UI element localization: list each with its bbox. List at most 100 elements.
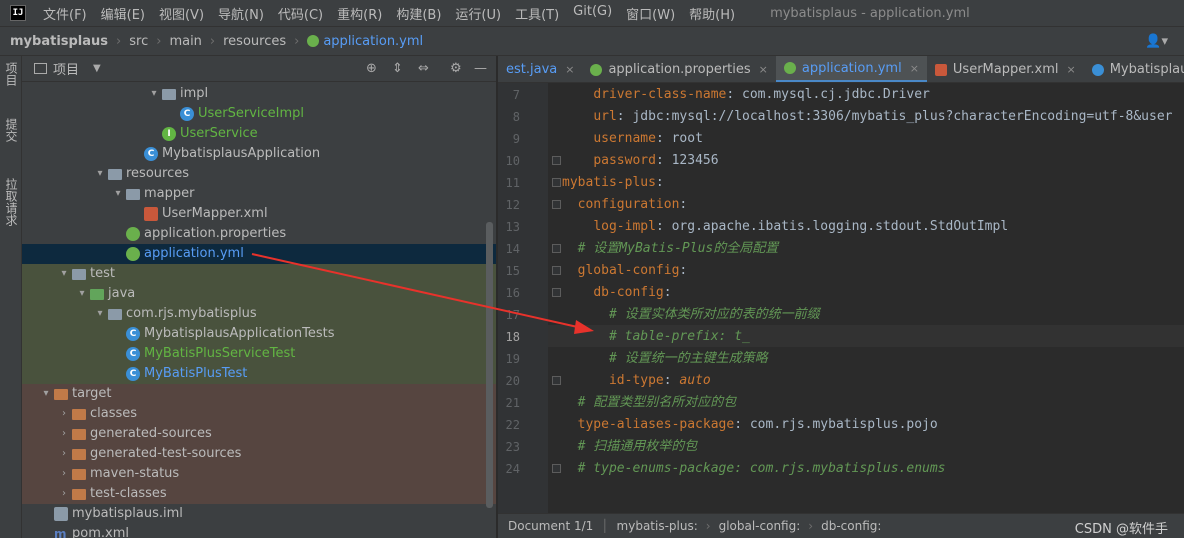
close-icon[interactable]: × <box>910 62 919 75</box>
tree-row[interactable]: ▾ com.rjs.mybatisplus <box>22 304 496 324</box>
tree-row[interactable]: C MybatisplausApplicationTests <box>22 324 496 344</box>
menu-item[interactable]: 文件(F) <box>36 4 94 23</box>
chevron-down-icon[interactable]: ▾ <box>40 384 52 404</box>
chevron-down-icon[interactable]: ▾ <box>94 164 106 184</box>
chevron-down-icon[interactable]: ▾ <box>58 264 70 284</box>
tree-item-label: UserServiceImpl <box>198 106 305 121</box>
editor-tab[interactable]: application.properties × <box>582 56 775 82</box>
commit-tool-button[interactable]: 提交 <box>0 118 22 142</box>
project-panel: 项目 ▼ ⊕ ⇕ ⇔ ⚙ — ▾ impl C UserServiceImpl I Use… <box>22 56 496 538</box>
close-icon[interactable]: × <box>759 63 768 76</box>
breadcrumb-mybatis-plus[interactable]: mybatis-plus: <box>617 519 698 533</box>
person-icon[interactable]: 👤▾ <box>1145 34 1168 49</box>
locate-icon[interactable]: ⊕ <box>366 61 377 76</box>
tree-row[interactable]: › test-classes <box>22 484 496 504</box>
chevron-right-icon[interactable]: › <box>58 424 70 444</box>
tree-row[interactable]: application.properties <box>22 224 496 244</box>
chevron-right-icon[interactable]: › <box>58 404 70 424</box>
document-indicator[interactable]: Document 1/1 <box>508 519 593 533</box>
code-line: url: jdbc:mysql://localhost:3306/mybatis… <box>562 106 1172 128</box>
tree-row[interactable]: ▾ target <box>22 384 496 404</box>
tree-row[interactable]: › generated-test-sources <box>22 444 496 464</box>
breadcrumb-file[interactable]: application.yml <box>323 34 423 49</box>
menu-item[interactable]: 工具(T) <box>508 4 566 23</box>
tree-row[interactable]: UserMapper.xml <box>22 204 496 224</box>
close-icon[interactable]: × <box>565 63 574 76</box>
breadcrumb-src[interactable]: src <box>129 34 148 49</box>
project-tool-button[interactable]: 项目 <box>0 62 22 86</box>
code-area[interactable]: driver-class-name: com.mysql.cj.jdbc.Dri… <box>548 83 1184 513</box>
tree-row[interactable]: C MyBatisPlusServiceTest <box>22 344 496 364</box>
scrollbar[interactable] <box>486 222 493 508</box>
breadcrumb-db-config[interactable]: db-config: <box>821 519 881 533</box>
menu-item[interactable]: 导航(N) <box>211 4 271 23</box>
line-number: 18 <box>505 330 520 344</box>
line-number: 23 <box>505 440 520 454</box>
yaml-comment: # 设置统一的主键生成策略 <box>608 351 768 366</box>
menu-item[interactable]: Git(G) <box>566 4 619 23</box>
line-number: 20 <box>505 374 520 388</box>
menu-item[interactable]: 窗口(W) <box>619 4 682 23</box>
breadcrumb-project[interactable]: mybatisplaus <box>10 34 108 49</box>
yaml-comment: # 扫描通用枚举的包 <box>577 439 698 454</box>
tree-row[interactable]: › generated-sources <box>22 424 496 444</box>
chevron-down-icon[interactable]: ▾ <box>148 84 160 104</box>
tree-row[interactable]: m pom.xml <box>22 524 496 538</box>
chevron-down-icon[interactable]: ▼ <box>93 63 101 74</box>
chevron-right-icon[interactable]: › <box>58 484 70 504</box>
menu-item[interactable]: 编辑(E) <box>94 4 152 23</box>
close-icon[interactable]: × <box>1066 63 1075 76</box>
menu-item[interactable]: 视图(V) <box>152 4 211 23</box>
tree-row[interactable]: I UserService <box>22 124 496 144</box>
tree-row[interactable]: › classes <box>22 404 496 424</box>
tree-row[interactable]: ▾ test <box>22 264 496 284</box>
code-line: driver-class-name: com.mysql.cj.jdbc.Dri… <box>562 84 930 106</box>
yaml-comment: # 设置MyBatis-Plus的全局配置 <box>577 241 779 256</box>
breadcrumb-resources[interactable]: resources <box>223 34 286 49</box>
pull-requests-tool-button[interactable]: 拉取请求 <box>0 178 22 226</box>
chevron-right-icon[interactable]: › <box>58 444 70 464</box>
collapse-all-icon[interactable]: ⇔ <box>418 61 429 76</box>
breadcrumb-main[interactable]: main <box>169 34 201 49</box>
hide-icon[interactable]: — <box>474 61 487 76</box>
chevron-down-icon[interactable]: ▾ <box>94 304 106 324</box>
editor-tab-label: application.yml <box>801 60 902 76</box>
tree-row[interactable]: application.yml <box>22 244 496 264</box>
tree-row[interactable]: mybatisplaus.iml <box>22 504 496 524</box>
menu-item[interactable]: 运行(U) <box>448 4 508 23</box>
menu-item[interactable]: 重构(R) <box>330 4 389 23</box>
gear-icon[interactable]: ⚙ <box>450 61 462 76</box>
yaml-value: 123456 <box>671 153 719 168</box>
tree-row[interactable]: C UserServiceImpl <box>22 104 496 124</box>
editor-tab[interactable]: UserMapper.xml × <box>927 56 1084 82</box>
tree-row[interactable]: C MyBatisPlusTest <box>22 364 496 384</box>
editor-tab[interactable]: MybatisplausApplicati <box>1084 56 1184 82</box>
spring-leaf-icon <box>307 35 320 47</box>
project-panel-title[interactable]: 项目 <box>53 59 79 78</box>
tree-row[interactable]: ▾ java <box>22 284 496 304</box>
chevron-down-icon[interactable]: ▾ <box>76 284 88 304</box>
excluded-folder-icon <box>72 469 86 480</box>
source-folder-icon <box>90 289 104 300</box>
code-line: # table-prefix: t_ <box>562 326 750 348</box>
chevron-right-icon[interactable]: › <box>58 464 70 484</box>
code-line: type-aliases-package: com.rjs.mybatisplu… <box>562 414 938 436</box>
expand-all-icon[interactable]: ⇕ <box>392 61 403 76</box>
menu-item[interactable]: 构建(B) <box>389 4 448 23</box>
tree-row[interactable]: C MybatisplausApplication <box>22 144 496 164</box>
tree-row[interactable]: ▾ resources <box>22 164 496 184</box>
editor-tab[interactable]: est.java × <box>498 56 582 82</box>
menu-item[interactable]: 帮助(H) <box>682 4 742 23</box>
tree-row[interactable]: ▾ mapper <box>22 184 496 204</box>
code-line: id-type: auto <box>562 370 711 392</box>
chevron-down-icon[interactable]: ▾ <box>112 184 124 204</box>
tree-item-label: MybatisplausApplicationTests <box>144 326 335 341</box>
menu-item[interactable]: 代码(C) <box>271 4 330 23</box>
tree-row[interactable]: ▾ impl <box>22 84 496 104</box>
chevron-right-icon: › <box>116 33 122 49</box>
editor-tab[interactable]: application.yml × <box>775 56 927 82</box>
breadcrumb-global-config[interactable]: global-config: <box>719 519 801 533</box>
tree-row[interactable]: › maven-status <box>22 464 496 484</box>
folder-icon <box>34 63 47 74</box>
